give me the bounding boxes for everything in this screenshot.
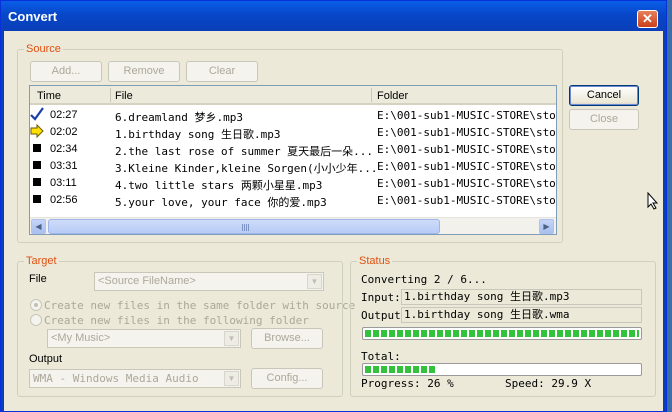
input-label: Input:	[361, 291, 401, 304]
radio-following-folder[interactable]	[30, 314, 42, 326]
arrow-right-icon	[30, 123, 44, 139]
output-file-field: 1.birthday song 生日歌.wma	[401, 307, 642, 323]
cancel-button[interactable]: Cancel	[569, 85, 639, 106]
output-format-combo[interactable]: WMA - Windows Media Audio ▼	[29, 369, 241, 388]
speed-text: Speed: 29.9 X	[505, 377, 592, 390]
total-progress-bar	[362, 363, 642, 376]
add-button[interactable]: Add...	[30, 61, 102, 82]
list-item[interactable]: 02:27 6.dreamland 梦乡.mp3 E:\001-sub1-MUS…	[30, 107, 556, 124]
list-item[interactable]: 02:56 5.your love, your face 你的爱.mp3 E:\…	[30, 192, 556, 209]
total-progress-fill	[365, 366, 436, 373]
browse-button[interactable]: Browse...	[251, 328, 323, 349]
column-folder[interactable]: Folder	[377, 90, 408, 102]
radio-same-folder[interactable]	[30, 299, 42, 311]
chevron-down-icon[interactable]: ▼	[307, 274, 322, 289]
output-format-combo-value: WMA - Windows Media Audio	[33, 372, 199, 385]
radio-following-folder-label: Create new files in the following folder	[44, 314, 309, 327]
row-folder: E:\001-sub1-MUSIC-STORE\store\	[377, 126, 557, 139]
horizontal-scrollbar[interactable]: ◀ ▶	[30, 217, 556, 234]
column-time[interactable]: Time	[37, 90, 61, 102]
source-file-list[interactable]: Time File Folder 02:27 6.dreamland 梦乡.mp…	[29, 85, 557, 235]
list-item[interactable]: 02:34 2.the last rose of summer 夏天最后一朵..…	[30, 141, 556, 158]
column-separator	[371, 88, 372, 102]
progress-text: Progress: 26 %	[361, 377, 454, 390]
scroll-thumb[interactable]	[48, 219, 440, 234]
output-format-label: Output	[29, 353, 63, 365]
total-label: Total:	[361, 350, 401, 363]
folder-combo[interactable]: <My Music> ▼	[47, 329, 241, 348]
row-file: 4.two little stars 两颗小星星.mp3	[115, 179, 323, 192]
window-title: Convert	[8, 9, 58, 24]
row-time: 02:34	[50, 143, 78, 155]
row-folder: E:\001-sub1-MUSIC-STORE\store\	[377, 143, 557, 156]
square-icon	[33, 161, 41, 169]
window-left-border	[1, 31, 4, 411]
row-folder: E:\001-sub1-MUSIC-STORE\store\	[377, 194, 557, 207]
row-folder: E:\001-sub1-MUSIC-STORE\store\	[377, 177, 557, 190]
row-time: 02:56	[50, 194, 78, 206]
chevron-down-icon[interactable]: ▼	[224, 371, 239, 386]
file-progress-bar	[362, 327, 642, 340]
row-folder: E:\001-sub1-MUSIC-STORE\store\	[377, 109, 557, 122]
target-group-label: Target	[24, 255, 59, 267]
input-file-field: 1.birthday song 生日歌.mp3	[401, 289, 642, 305]
scroll-right-button[interactable]: ▶	[539, 219, 554, 234]
row-file: 2.the last rose of summer 夏天最后一朵...	[115, 145, 374, 158]
convert-window: Convert ✕ Source Add... Remove Clear Tim…	[0, 0, 667, 412]
row-time: 03:31	[50, 160, 78, 172]
row-file: 1.birthday song 生日歌.mp3	[115, 128, 281, 141]
chevron-right-icon: ▶	[543, 222, 550, 231]
radio-same-folder-label: Create new files in the same folder with…	[44, 299, 356, 312]
file-name-combo-value: <Source FileName>	[98, 275, 196, 287]
list-item[interactable]: 03:31 3.Kleine Kinder,kleine Sorgen(小小少年…	[30, 158, 556, 175]
row-folder: E:\001-sub1-MUSIC-STORE\store\	[377, 160, 557, 173]
window-right-border	[663, 31, 666, 411]
config-button[interactable]: Config...	[251, 368, 323, 389]
title-bar[interactable]: Convert ✕	[1, 1, 666, 31]
converting-status: Converting 2 / 6...	[361, 273, 487, 286]
mouse-cursor-icon	[647, 192, 659, 210]
column-separator	[110, 88, 111, 102]
check-icon	[30, 107, 44, 121]
row-time: 02:27	[50, 109, 78, 121]
row-file: 5.your love, your face 你的爱.mp3	[115, 196, 327, 209]
square-icon	[33, 144, 41, 152]
file-name-combo[interactable]: <Source FileName> ▼	[94, 272, 324, 291]
close-window-button[interactable]: ✕	[637, 10, 658, 28]
scroll-left-button[interactable]: ◀	[31, 219, 46, 234]
list-item[interactable]: 03:11 4.two little stars 两颗小星星.mp3 E:\00…	[30, 175, 556, 192]
column-file[interactable]: File	[115, 90, 133, 102]
chevron-left-icon: ◀	[35, 222, 42, 231]
clear-button[interactable]: Clear	[186, 61, 258, 82]
square-icon	[33, 178, 41, 186]
grip-icon	[242, 224, 250, 231]
row-file: 3.Kleine Kinder,kleine Sorgen(小小少年...	[115, 162, 378, 175]
list-header: Time File Folder	[30, 86, 556, 105]
file-label: File	[29, 273, 47, 285]
status-group-label: Status	[357, 255, 393, 267]
close-icon: ✕	[642, 11, 653, 26]
chevron-down-icon[interactable]: ▼	[224, 331, 239, 346]
row-time: 03:11	[50, 177, 77, 189]
square-icon	[33, 195, 41, 203]
close-button[interactable]: Close	[569, 109, 639, 130]
row-time: 02:02	[50, 126, 78, 138]
file-progress-fill	[365, 330, 639, 337]
list-item[interactable]: 02:02 1.birthday song 生日歌.mp3 E:\001-sub…	[30, 123, 557, 141]
row-file: 6.dreamland 梦乡.mp3	[115, 111, 243, 124]
source-group-label: Source	[24, 43, 63, 55]
remove-button[interactable]: Remove	[108, 61, 180, 82]
folder-combo-value: <My Music>	[51, 332, 111, 344]
